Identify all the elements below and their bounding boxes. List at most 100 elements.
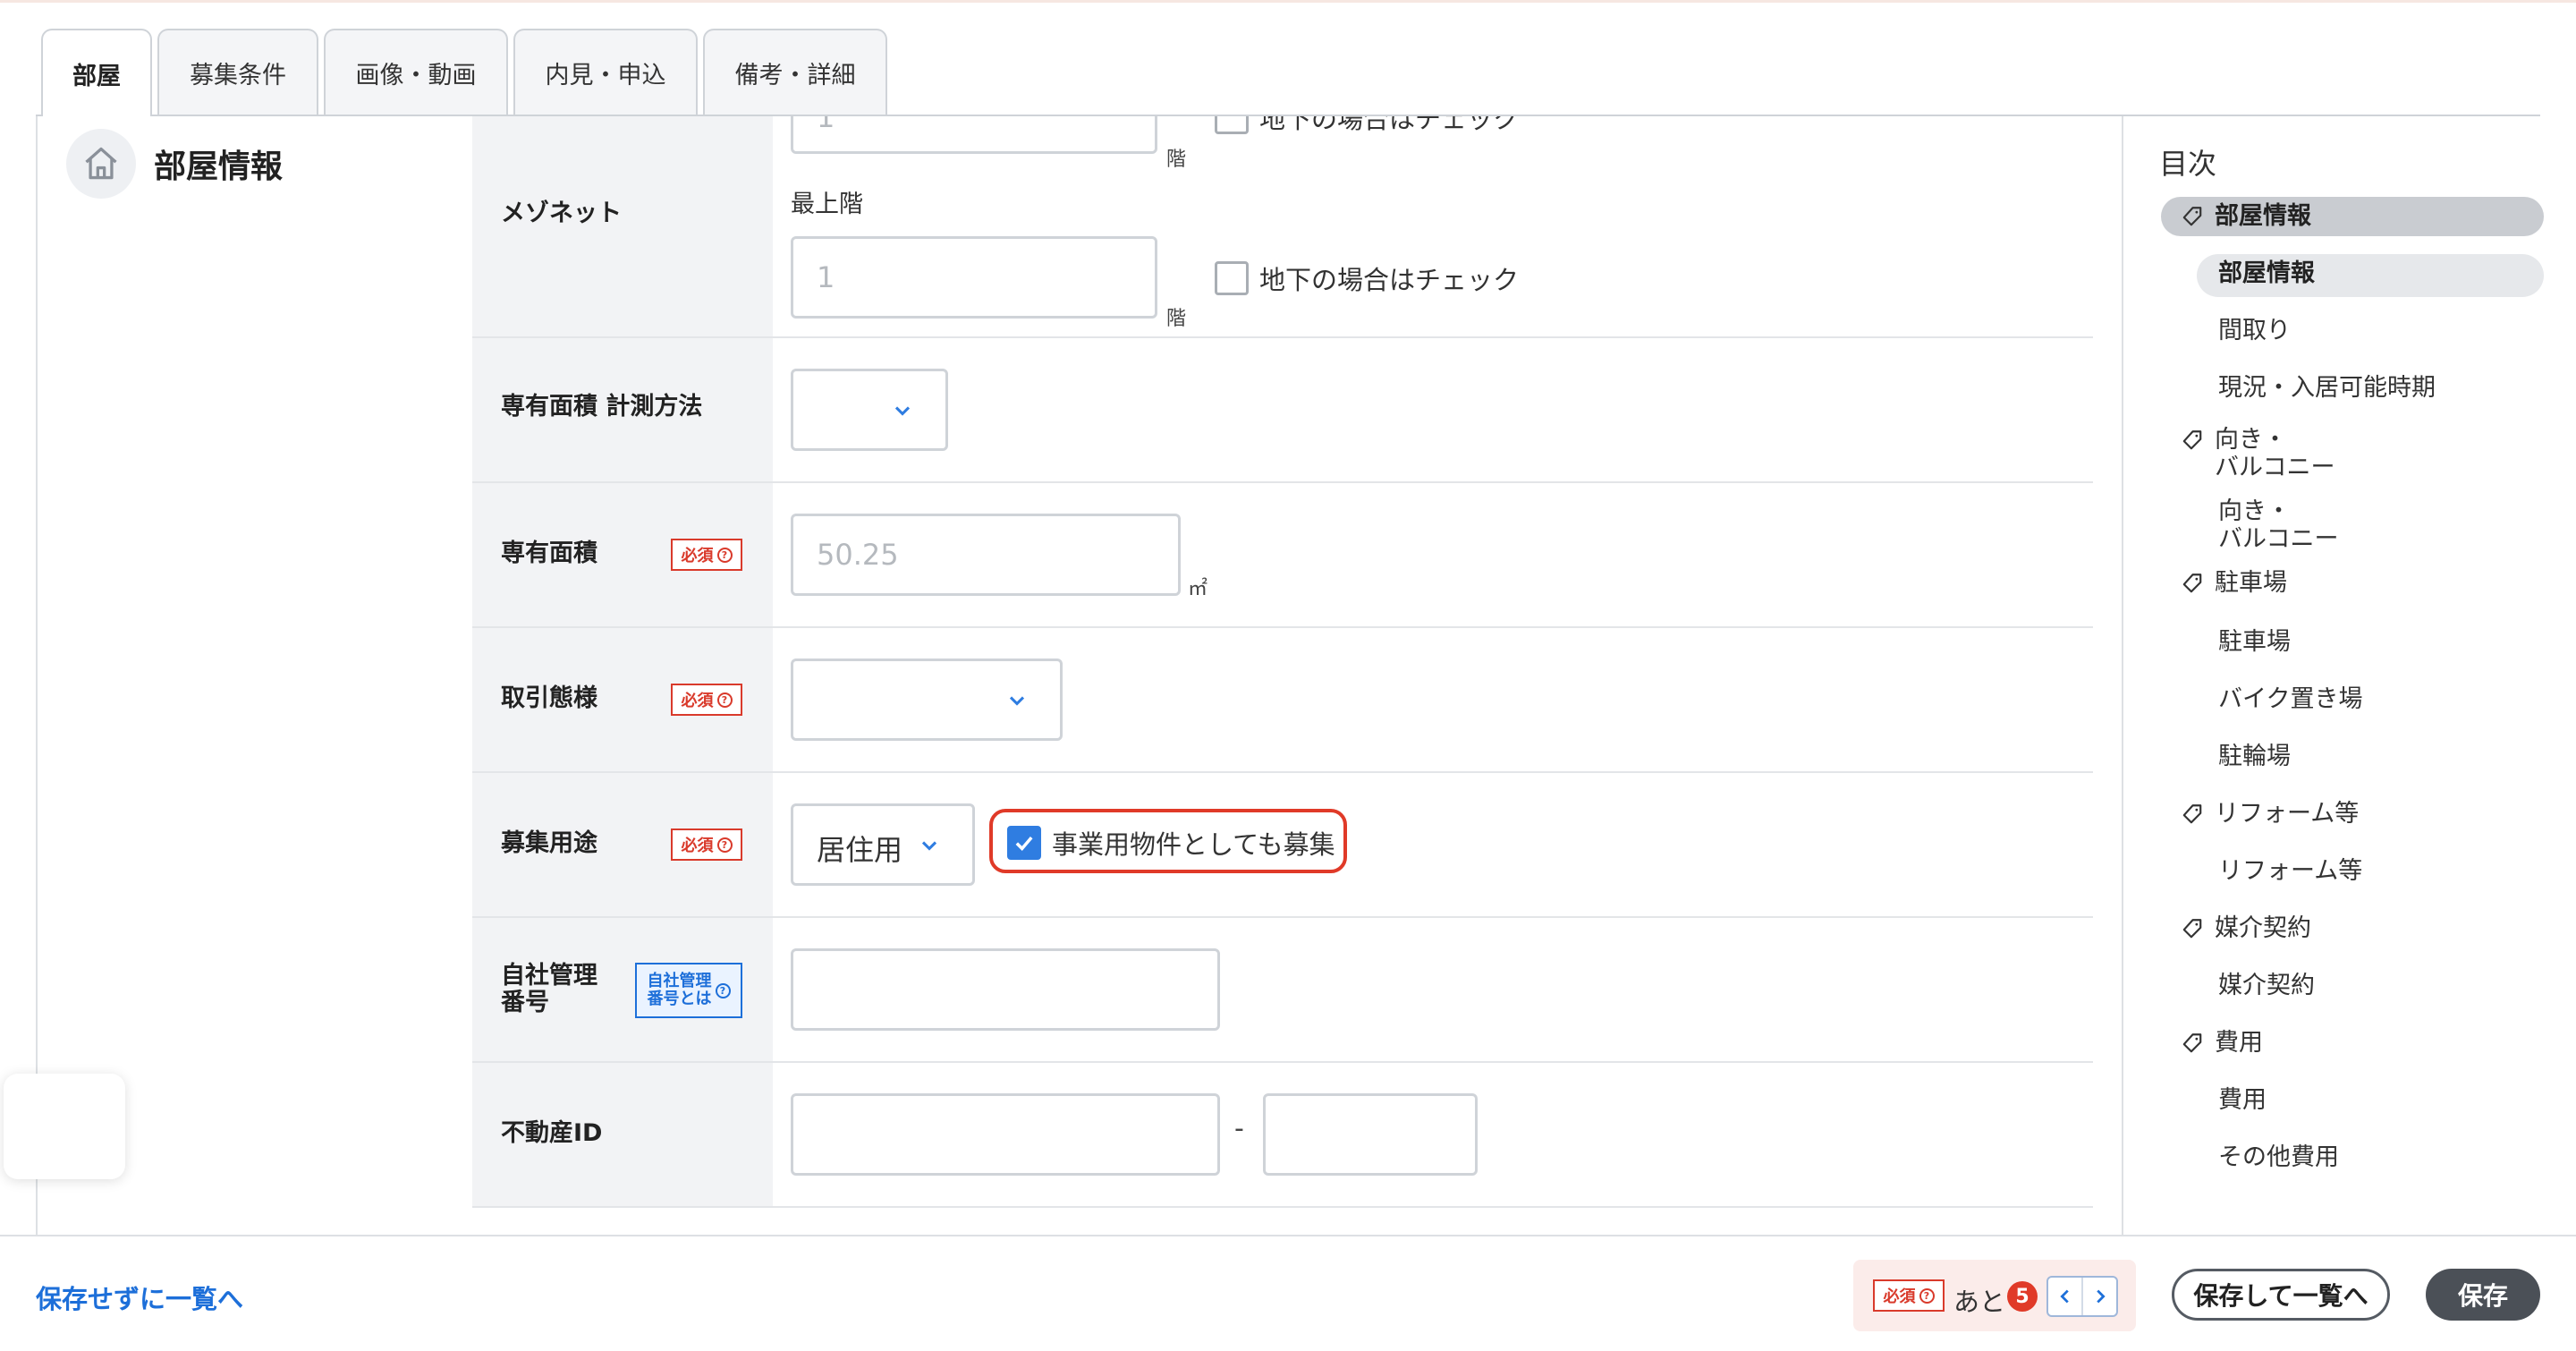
help-icon: ?	[716, 837, 733, 853]
toc-item-label: 現況・入居可能時期	[2218, 374, 2436, 402]
table-of-contents: 目次 部屋情報 部屋情報 間取り 現況・入居可能時期 向き・ バルコニー 向き・ バルコニ…	[2122, 116, 2576, 1235]
toc-sub-item[interactable]: 駐輪場	[2218, 743, 2291, 770]
form-row-area: 専有面積 必須? 50.25 ㎡	[472, 483, 2093, 628]
label-cell: 専有面積 計測方法	[472, 338, 773, 481]
form-row-company-id: 自社管理 番号 自社管理 番号とは ?	[472, 918, 2093, 1063]
toc-sub-item[interactable]: その他費用	[2218, 1143, 2339, 1171]
toc-item-label: リフォーム等	[2215, 800, 2360, 828]
tab-bar: 部屋 募集条件 画像・動画 内見・申込 備考・詳細	[41, 29, 887, 116]
toc-item-label: その他費用	[2218, 1143, 2339, 1171]
purpose-select[interactable]: 居住用	[791, 803, 975, 886]
toc-title: 目次	[2159, 147, 2217, 181]
section-title: 部屋情報	[154, 149, 284, 185]
tab-room[interactable]: 部屋	[41, 29, 152, 116]
maisonette-label: メゾネット	[501, 200, 622, 227]
floor-unit: 階	[1166, 308, 1187, 330]
toc-sub-item[interactable]: リフォーム等	[2218, 857, 2362, 885]
purpose-value: 居住用	[817, 833, 903, 867]
area-method-label: 専有面積 計測方法	[501, 393, 703, 421]
toc-section-item[interactable]: 費用	[2181, 1029, 2263, 1061]
toc-item-label: 部屋情報	[2215, 202, 2311, 230]
toc-section-item[interactable]: 媒介契約	[2181, 914, 2311, 947]
tag-icon	[2181, 914, 2204, 947]
back-without-save-link[interactable]: 保存せずに一覧へ	[36, 1279, 243, 1316]
lowest-floor-input[interactable]: 1	[791, 116, 1157, 154]
realestate-id-label: 不動産ID	[501, 1119, 603, 1147]
remaining-count-badge: 5	[2007, 1281, 2038, 1312]
toc-item-label: リフォーム等	[2218, 857, 2363, 885]
toc-section-item[interactable]: リフォーム等	[2181, 800, 2359, 832]
tag-icon	[2181, 800, 2204, 832]
basement-check-label: 地下の場合はチェック	[1259, 265, 1520, 295]
transaction-type-select[interactable]	[791, 659, 1063, 741]
area-label: 専有面積	[501, 540, 597, 567]
chevron-down-icon	[921, 841, 937, 851]
toc-item-label: 駐車場	[2218, 628, 2291, 656]
toc-sub-item[interactable]: 媒介契約	[2218, 972, 2315, 999]
toc-sub-item[interactable]: 部屋情報	[2218, 259, 2315, 287]
company-id-info-badge[interactable]: 自社管理 番号とは ?	[635, 963, 742, 1018]
business-use-checkbox[interactable]	[1007, 826, 1041, 860]
form-row-purpose: 募集用途 必須? 居住用 事業用物件としても募集	[472, 773, 2093, 918]
toc-sub-item[interactable]: 向き・ バルコニー	[2218, 497, 2338, 553]
chevron-left-icon	[2059, 1289, 2069, 1304]
toc-item-label: 費用	[2215, 1029, 2263, 1057]
toc-section-item[interactable]: 駐車場	[2181, 569, 2287, 601]
label-cell: 取引態様 必須?	[472, 628, 773, 771]
tab-notes-details[interactable]: 備考・詳細	[703, 29, 887, 115]
section-nav: 部屋情報	[36, 116, 472, 1235]
tag-icon	[2181, 569, 2204, 601]
transaction-type-label: 取引態様	[501, 684, 597, 712]
area-unit: ㎡	[1188, 578, 1208, 600]
realestate-id-input-1[interactable]	[791, 1093, 1220, 1176]
top-floor-input[interactable]: 1	[791, 236, 1157, 319]
tab-recruit-conditions[interactable]: 募集条件	[157, 29, 318, 115]
toc-sub-item[interactable]: バイク置き場	[2218, 685, 2362, 713]
tab-images-videos[interactable]: 画像・動画	[324, 29, 508, 115]
label-cell: 募集用途 必須?	[472, 773, 773, 916]
id-separator: -	[1234, 1113, 1244, 1144]
top-basement-check[interactable]: 地下の場合はチェック	[1215, 259, 1519, 297]
tab-viewing-application[interactable]: 内見・申込	[513, 29, 698, 115]
prev-required-button[interactable]	[2048, 1278, 2081, 1315]
area-method-select[interactable]	[791, 369, 948, 451]
toc-sub-item[interactable]: 駐車場	[2218, 628, 2291, 656]
chevron-right-icon	[2096, 1289, 2106, 1304]
basement-checkbox[interactable]	[1215, 261, 1249, 295]
chevron-down-icon	[894, 406, 911, 416]
required-badge: 必須?	[671, 539, 742, 571]
form-row-maisonette: メゾネット 1 階 地下の場合はチェック 最上階 1 階 地下の場合はチェック	[472, 116, 2093, 338]
required-badge: 必須?	[1873, 1279, 1945, 1312]
floor-unit: 階	[1166, 149, 1187, 171]
toc-item-label: 媒介契約	[2218, 972, 2315, 999]
business-use-check[interactable]: 事業用物件としても募集	[1007, 824, 1335, 862]
toc-item-label: バイク置き場	[2218, 685, 2363, 713]
toc-sub-item[interactable]: 費用	[2218, 1086, 2267, 1114]
tab-underline	[36, 115, 2540, 116]
lowest-basement-check[interactable]: 地下の場合はチェック	[1215, 116, 1519, 136]
save-button[interactable]: 保存	[2426, 1269, 2540, 1321]
remaining-required-indicator: 必須? あと 5	[1853, 1260, 2136, 1331]
next-required-button[interactable]	[2081, 1278, 2116, 1315]
business-use-label: 事業用物件としても募集	[1052, 829, 1335, 860]
area-input[interactable]: 50.25	[791, 514, 1181, 596]
toc-item-label: 向き・ バルコニー	[2218, 497, 2339, 553]
toc-sub-item[interactable]: 現況・入居可能時期	[2218, 374, 2436, 402]
basement-checkbox[interactable]	[1215, 116, 1249, 134]
help-icon: ?	[716, 692, 733, 708]
company-id-input[interactable]	[791, 948, 1220, 1031]
toc-section-item[interactable]: 向き・ バルコニー	[2181, 426, 2334, 481]
save-and-list-button[interactable]: 保存して一覧へ	[2172, 1269, 2390, 1321]
label-cell: 自社管理 番号 自社管理 番号とは ?	[472, 918, 773, 1061]
toc-item-label: 駐車場	[2215, 569, 2287, 597]
toc-section-item[interactable]: 部屋情報	[2181, 202, 2311, 234]
label-cell: メゾネット	[472, 116, 773, 336]
check-icon	[1015, 837, 1033, 851]
floating-card[interactable]	[4, 1074, 125, 1179]
toc-sub-item[interactable]: 間取り	[2218, 317, 2291, 344]
help-icon: ?	[715, 982, 731, 998]
required-nav	[2046, 1276, 2118, 1317]
realestate-id-input-2[interactable]	[1263, 1093, 1478, 1176]
company-id-label: 自社管理 番号	[501, 962, 597, 1016]
required-badge: 必須?	[671, 684, 742, 716]
